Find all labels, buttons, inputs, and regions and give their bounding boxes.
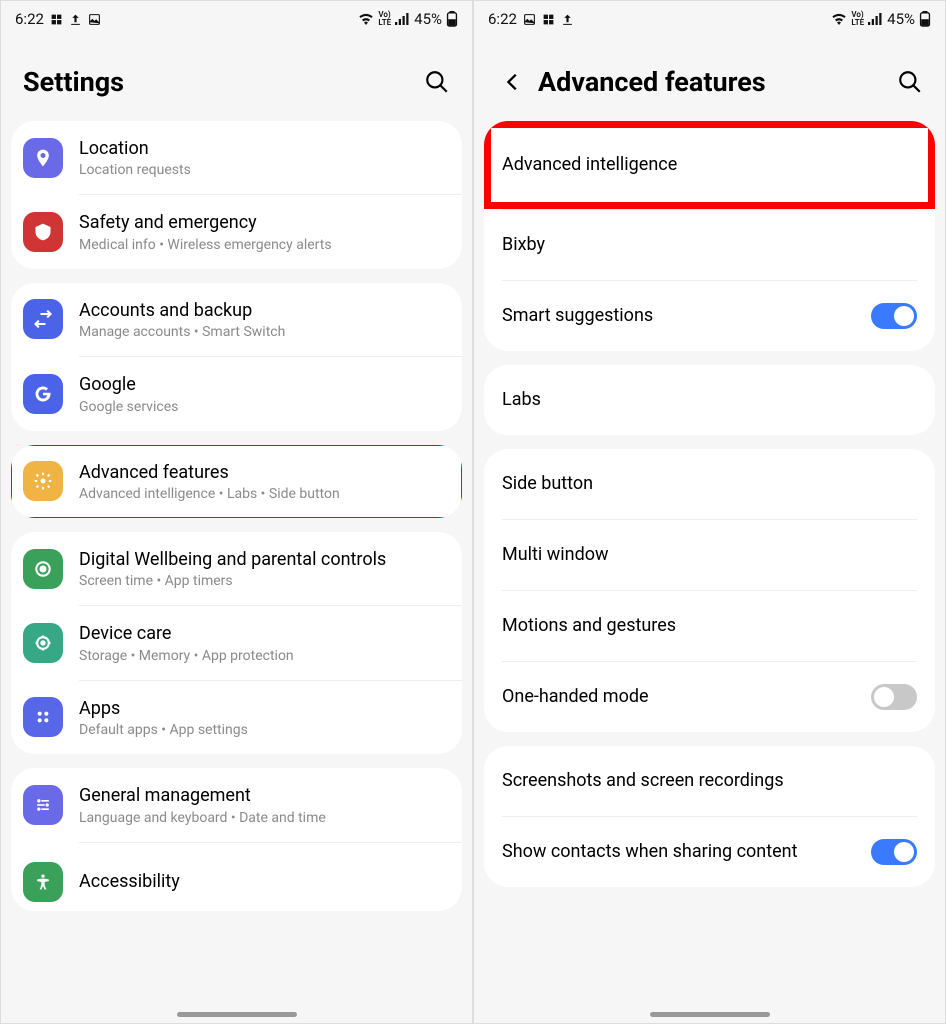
accounts-icon [23, 299, 63, 339]
row-screenshots[interactable]: Screenshots and screen recordings [484, 746, 935, 816]
row-share-contacts[interactable]: Show contacts when sharing content [484, 817, 935, 887]
picture-icon [88, 13, 101, 26]
row-label: Show contacts when sharing content [502, 840, 871, 863]
apps-icon [23, 697, 63, 737]
signal-icon [868, 13, 883, 25]
row-label: Screenshots and screen recordings [502, 769, 784, 792]
device-care-icon [23, 623, 63, 663]
phone-right: 6:22 Vo)LTE 45% Advanced features Advanc… [473, 0, 946, 1024]
search-icon [424, 69, 450, 95]
toggle-smart-suggestions[interactable] [871, 303, 917, 329]
general-icon [23, 785, 63, 825]
row-label: Labs [502, 388, 541, 411]
row-multi-window[interactable]: Multi window [484, 520, 935, 590]
volte-icon: Vo)LTE [851, 11, 864, 27]
upload-icon [69, 13, 82, 26]
row-label: Advanced features [79, 461, 448, 484]
row-safety[interactable]: Safety and emergency Medical info • Wire… [11, 195, 462, 268]
row-label: Device care [79, 622, 448, 645]
row-general-management[interactable]: General management Language and keyboard… [11, 768, 462, 841]
row-label: One-handed mode [502, 685, 871, 708]
upload-icon [561, 13, 574, 26]
phone-left: 6:22 Vo)LTE 45% Settings Location Locati… [0, 0, 473, 1024]
row-one-handed-mode[interactable]: One-handed mode [484, 662, 935, 732]
search-icon [897, 69, 923, 95]
row-labs[interactable]: Labs [484, 365, 935, 435]
battery-icon [919, 11, 931, 27]
status-time: 6:22 [15, 10, 44, 28]
row-accounts[interactable]: Accounts and backup Manage accounts • Sm… [11, 283, 462, 356]
advanced-features-list: Advanced intelligence Bixby Smart sugges… [474, 121, 945, 1023]
header: Advanced features [474, 37, 945, 121]
row-label: Safety and emergency [79, 211, 448, 234]
row-label: Accounts and backup [79, 299, 448, 322]
picture-icon [523, 13, 536, 26]
row-wellbeing[interactable]: Digital Wellbeing and parental controls … [11, 532, 462, 605]
row-smart-suggestions[interactable]: Smart suggestions [484, 281, 935, 351]
row-label: Side button [502, 472, 593, 495]
status-bar: 6:22 Vo)LTE 45% [474, 1, 945, 37]
wellbeing-icon [23, 549, 63, 589]
row-sub: Language and keyboard • Date and time [79, 810, 448, 826]
row-side-button[interactable]: Side button [484, 449, 935, 519]
accessibility-icon [23, 862, 63, 902]
row-sub: Manage accounts • Smart Switch [79, 324, 448, 340]
chevron-left-icon [502, 71, 524, 93]
wifi-icon [831, 13, 847, 25]
row-sub: Location requests [79, 162, 448, 178]
row-sub: Screen time • App timers [79, 573, 448, 589]
toggle-one-handed[interactable] [871, 684, 917, 710]
row-device-care[interactable]: Device care Storage • Memory • App prote… [11, 606, 462, 679]
row-label: Digital Wellbeing and parental controls [79, 548, 448, 571]
safety-icon [23, 212, 63, 252]
advanced-icon [23, 461, 63, 501]
row-advanced-intelligence[interactable]: Advanced intelligence [484, 121, 935, 209]
row-sub: Advanced intelligence • Labs • Side butt… [79, 486, 448, 502]
row-label: Apps [79, 697, 448, 720]
search-button[interactable] [893, 65, 927, 99]
row-bixby[interactable]: Bixby [484, 210, 935, 280]
row-label: Advanced intelligence [502, 153, 677, 176]
settings-list: Location Location requests Safety and em… [1, 121, 472, 1023]
google-icon [23, 374, 63, 414]
header: Settings [1, 37, 472, 121]
row-label: Accessibility [79, 870, 448, 893]
row-motions-gestures[interactable]: Motions and gestures [484, 591, 935, 661]
row-sub: Storage • Memory • App protection [79, 648, 448, 664]
page-title: Settings [23, 66, 420, 98]
page-title: Advanced features [538, 66, 893, 98]
row-label: General management [79, 784, 448, 807]
row-label: Location [79, 137, 448, 160]
nav-handle[interactable] [650, 1012, 770, 1017]
row-label: Google [79, 373, 448, 396]
slack-icon [542, 13, 555, 26]
back-button[interactable] [496, 65, 530, 99]
nav-handle[interactable] [177, 1012, 297, 1017]
wifi-icon [358, 13, 374, 25]
signal-icon [395, 13, 410, 25]
status-time: 6:22 [488, 10, 517, 28]
row-sub: Medical info • Wireless emergency alerts [79, 237, 448, 253]
status-battery-pct: 45% [414, 10, 442, 28]
row-label: Motions and gestures [502, 614, 676, 637]
row-apps[interactable]: Apps Default apps • App settings [11, 681, 462, 754]
row-google[interactable]: Google Google services [11, 357, 462, 430]
row-label: Bixby [502, 233, 545, 256]
volte-icon: Vo)LTE [378, 11, 391, 27]
row-label: Smart suggestions [502, 304, 871, 327]
row-accessibility[interactable]: Accessibility [11, 843, 462, 911]
row-sub: Google services [79, 399, 448, 415]
search-button[interactable] [420, 65, 454, 99]
status-battery-pct: 45% [887, 10, 915, 28]
slack-icon [50, 13, 63, 26]
row-sub: Default apps • App settings [79, 722, 448, 738]
row-location[interactable]: Location Location requests [11, 121, 462, 194]
battery-icon [446, 11, 458, 27]
row-label: Multi window [502, 543, 609, 566]
status-bar: 6:22 Vo)LTE 45% [1, 1, 472, 37]
row-advanced-features[interactable]: Advanced features Advanced intelligence … [11, 445, 462, 518]
toggle-share-contacts[interactable] [871, 839, 917, 865]
location-icon [23, 138, 63, 178]
